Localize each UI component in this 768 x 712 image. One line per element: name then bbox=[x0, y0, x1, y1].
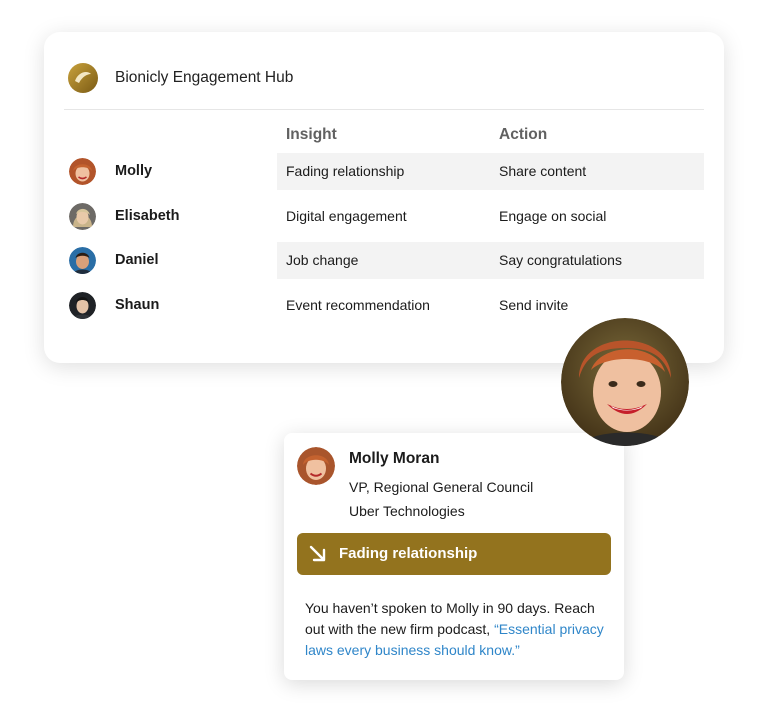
engagement-hub-card: Bionicly Engagement Hub Insight Action M… bbox=[44, 32, 724, 363]
insight-text: Fading relationship bbox=[286, 163, 405, 179]
hub-header: Bionicly Engagement Hub bbox=[68, 62, 293, 94]
contact-name: Elisabeth bbox=[115, 208, 180, 224]
insight-text: Event recommendation bbox=[286, 297, 430, 313]
action-link[interactable]: Engage on social bbox=[499, 198, 606, 235]
bionicly-logo-icon bbox=[68, 63, 98, 93]
column-header-insight: Insight bbox=[286, 126, 337, 143]
header-divider bbox=[64, 109, 704, 110]
contact-row-daniel[interactable]: Daniel Job change Say congratulations bbox=[44, 242, 724, 279]
fading-relationship-alert[interactable]: Fading relationship bbox=[297, 533, 611, 575]
action-link[interactable]: Share content bbox=[499, 153, 586, 190]
molly-profile-photo bbox=[561, 318, 689, 446]
insight-text: Job change bbox=[286, 252, 359, 268]
molly-avatar bbox=[69, 158, 96, 185]
alert-label: Fading relationship bbox=[339, 545, 478, 562]
contact-name: Daniel bbox=[115, 252, 159, 268]
detail-role: VP, Regional General Council bbox=[349, 479, 534, 495]
hub-title: Bionicly Engagement Hub bbox=[115, 69, 294, 86]
insight-text: Digital engagement bbox=[286, 208, 407, 224]
contact-row-elisabeth[interactable]: Elisabeth Digital engagement Engage on s… bbox=[44, 198, 724, 235]
detail-company: Uber Technologies bbox=[349, 503, 465, 519]
arrow-down-right-icon bbox=[309, 545, 326, 562]
elisabeth-avatar bbox=[69, 203, 96, 230]
detail-name: Molly Moran bbox=[349, 450, 440, 467]
contact-detail-card: Molly Moran VP, Regional General Council… bbox=[284, 433, 624, 680]
contact-name: Shaun bbox=[115, 297, 160, 313]
shaun-avatar bbox=[69, 292, 96, 319]
molly-avatar bbox=[297, 447, 335, 485]
daniel-avatar bbox=[69, 247, 96, 274]
action-link[interactable]: Send invite bbox=[499, 287, 568, 324]
action-link[interactable]: Say congratulations bbox=[499, 242, 622, 279]
contact-name: Molly bbox=[115, 163, 153, 179]
column-header-action: Action bbox=[499, 126, 548, 143]
contact-row-molly[interactable]: Molly Fading relationship Share content bbox=[44, 153, 724, 190]
detail-message: You haven’t spoken to Molly in 90 days. … bbox=[305, 598, 610, 661]
